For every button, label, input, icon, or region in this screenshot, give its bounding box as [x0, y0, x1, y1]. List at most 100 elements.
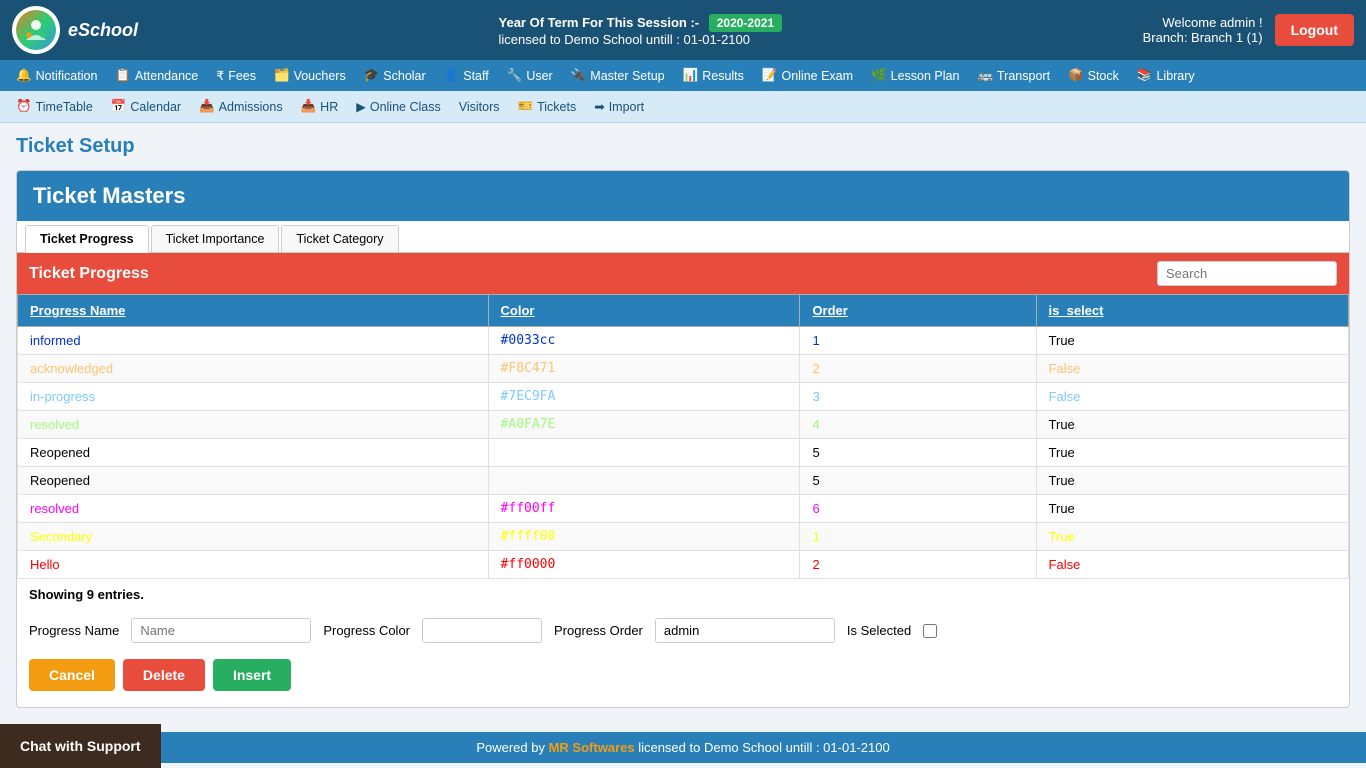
ticket-progress-table: Progress Name Color Order is_select info…	[17, 294, 1349, 579]
chat-with-support-button[interactable]: Chat with Support	[0, 724, 161, 768]
nav-notification[interactable]: 🔔 Notification	[8, 64, 105, 87]
table-row[interactable]: acknowledged #F8C471 2 False	[18, 355, 1349, 383]
cell-is-select: True	[1036, 495, 1348, 523]
tab-ticket-progress[interactable]: Ticket Progress	[25, 225, 149, 253]
cancel-button[interactable]: Cancel	[29, 659, 115, 691]
table-row[interactable]: informed #0033cc 1 True	[18, 327, 1349, 355]
cell-order: 2	[800, 355, 1036, 383]
tab-ticket-importance[interactable]: Ticket Importance	[151, 225, 280, 252]
cell-color: #F8C471	[488, 355, 800, 383]
logo-text: eSchool	[68, 20, 138, 41]
nav-fees[interactable]: ₹ Fees	[208, 64, 264, 87]
nav-lesson-plan[interactable]: 🌿 Lesson Plan	[863, 64, 967, 87]
table-row[interactable]: in-progress #7EC9FA 3 False	[18, 383, 1349, 411]
cell-is-select: True	[1036, 439, 1348, 467]
tab-ticket-category[interactable]: Ticket Category	[281, 225, 398, 252]
cell-order: 5	[800, 467, 1036, 495]
nav-vouchers[interactable]: 🗂️ Vouchers	[266, 64, 354, 87]
nav-calendar[interactable]: 📅 Calendar	[103, 95, 189, 118]
logo-area: eSchool	[12, 6, 138, 54]
cell-order: 1	[800, 327, 1036, 355]
nav-scholar[interactable]: 🎓 Scholar	[356, 64, 434, 87]
license-text: licensed to Demo School untill : 01-01-2…	[499, 32, 783, 47]
nav-stock[interactable]: 📦 Stock	[1060, 64, 1127, 87]
section-header: Ticket Progress	[17, 253, 1349, 294]
is-selected-checkbox[interactable]	[923, 624, 937, 638]
cell-color: #ff0000	[488, 551, 800, 579]
nav-master-setup[interactable]: 🔌 Master Setup	[563, 64, 673, 87]
page-title: Ticket Setup	[0, 123, 1366, 170]
powered-by-text: Powered by	[476, 740, 545, 755]
nav-attendance[interactable]: 📋 Attendance	[107, 64, 206, 87]
delete-button[interactable]: Delete	[123, 659, 205, 691]
table-row[interactable]: resolved #ff00ff 6 True	[18, 495, 1349, 523]
is-selected-label: Is Selected	[847, 623, 911, 638]
main-content: Ticket Masters Ticket Progress Ticket Im…	[0, 170, 1366, 724]
table-row[interactable]: resolved #A0FA7E 4 True	[18, 411, 1349, 439]
tabs-container: Ticket Progress Ticket Importance Ticket…	[17, 221, 1349, 253]
nav-user[interactable]: 🔧 User	[499, 64, 561, 87]
progress-name-label: Progress Name	[29, 623, 119, 638]
cell-order: 5	[800, 439, 1036, 467]
cell-progress-name: informed	[18, 327, 489, 355]
search-input[interactable]	[1157, 261, 1337, 286]
cell-is-select: True	[1036, 411, 1348, 439]
nav-results[interactable]: 📊 Results	[675, 64, 752, 87]
cell-is-select: False	[1036, 383, 1348, 411]
nav-timetable[interactable]: ⏰ TimeTable	[8, 95, 101, 118]
cell-progress-name: Reopened	[18, 439, 489, 467]
table-row[interactable]: Reopened 5 True	[18, 467, 1349, 495]
brand-text: MR Softwares	[549, 740, 635, 755]
cell-progress-name: Secondary	[18, 523, 489, 551]
nav-tickets[interactable]: 🎫 Tickets	[510, 95, 585, 118]
col-color: Color	[488, 295, 800, 327]
progress-order-input[interactable]	[655, 618, 835, 643]
header-right: Welcome admin ! Branch: Branch 1 (1) Log…	[1143, 14, 1354, 46]
user-info: Welcome admin ! Branch: Branch 1 (1)	[1143, 15, 1263, 45]
cell-order: 2	[800, 551, 1036, 579]
ticket-masters-card: Ticket Masters Ticket Progress Ticket Im…	[16, 170, 1350, 708]
table-body: informed #0033cc 1 True acknowledged #F8…	[18, 327, 1349, 579]
branch-text: Branch: Branch 1 (1)	[1143, 30, 1263, 45]
progress-color-label: Progress Color	[323, 623, 410, 638]
table-row[interactable]: Reopened 5 True	[18, 439, 1349, 467]
year-badge: 2020-2021	[709, 14, 782, 32]
progress-color-input[interactable]	[422, 618, 542, 643]
showing-entries: Showing 9 entries.	[17, 579, 1349, 610]
cell-color: #0033cc	[488, 327, 800, 355]
nav-staff[interactable]: 👤 Staff	[436, 64, 497, 87]
nav-import[interactable]: ➡ Import	[586, 95, 652, 118]
nav-online-class[interactable]: ▶ Online Class	[348, 95, 449, 118]
primary-nav: 🔔 Notification 📋 Attendance ₹ Fees 🗂️ Vo…	[0, 60, 1366, 91]
cell-progress-name: acknowledged	[18, 355, 489, 383]
col-progress-name: Progress Name	[18, 295, 489, 327]
card-header: Ticket Masters	[17, 171, 1349, 221]
table-row[interactable]: Hello #ff0000 2 False	[18, 551, 1349, 579]
cell-is-select: True	[1036, 327, 1348, 355]
nav-transport[interactable]: 🚌 Transport	[969, 64, 1058, 87]
nav-admissions[interactable]: 📥 Admissions	[191, 95, 291, 118]
progress-name-input[interactable]	[131, 618, 311, 643]
button-row: Cancel Delete Insert	[17, 651, 1349, 707]
cell-color	[488, 439, 800, 467]
cell-color: #A0FA7E	[488, 411, 800, 439]
nav-visitors[interactable]: Visitors	[451, 95, 508, 118]
cell-is-select: True	[1036, 467, 1348, 495]
cell-color: #ffff00	[488, 523, 800, 551]
nav-library[interactable]: 📚 Library	[1129, 64, 1203, 87]
footer-bar: Powered by MR Softwares licensed to Demo…	[0, 732, 1366, 763]
cell-order: 1	[800, 523, 1036, 551]
logout-button[interactable]: Logout	[1275, 14, 1354, 46]
footer-license: licensed to Demo School untill : 01-01-2…	[638, 740, 889, 755]
cell-is-select: True	[1036, 523, 1348, 551]
nav-online-exam[interactable]: 📝 Online Exam	[754, 64, 861, 87]
table-row[interactable]: Secondary #ffff00 1 True	[18, 523, 1349, 551]
cell-order: 6	[800, 495, 1036, 523]
welcome-text: Welcome admin !	[1143, 15, 1263, 30]
header: eSchool Year Of Term For This Session :-…	[0, 0, 1366, 60]
form-row: Progress Name Progress Color Progress Or…	[17, 610, 1349, 651]
cell-progress-name: resolved	[18, 411, 489, 439]
table-header-row: Progress Name Color Order is_select	[18, 295, 1349, 327]
insert-button[interactable]: Insert	[213, 659, 291, 691]
nav-hr[interactable]: 📥 HR	[293, 95, 347, 118]
